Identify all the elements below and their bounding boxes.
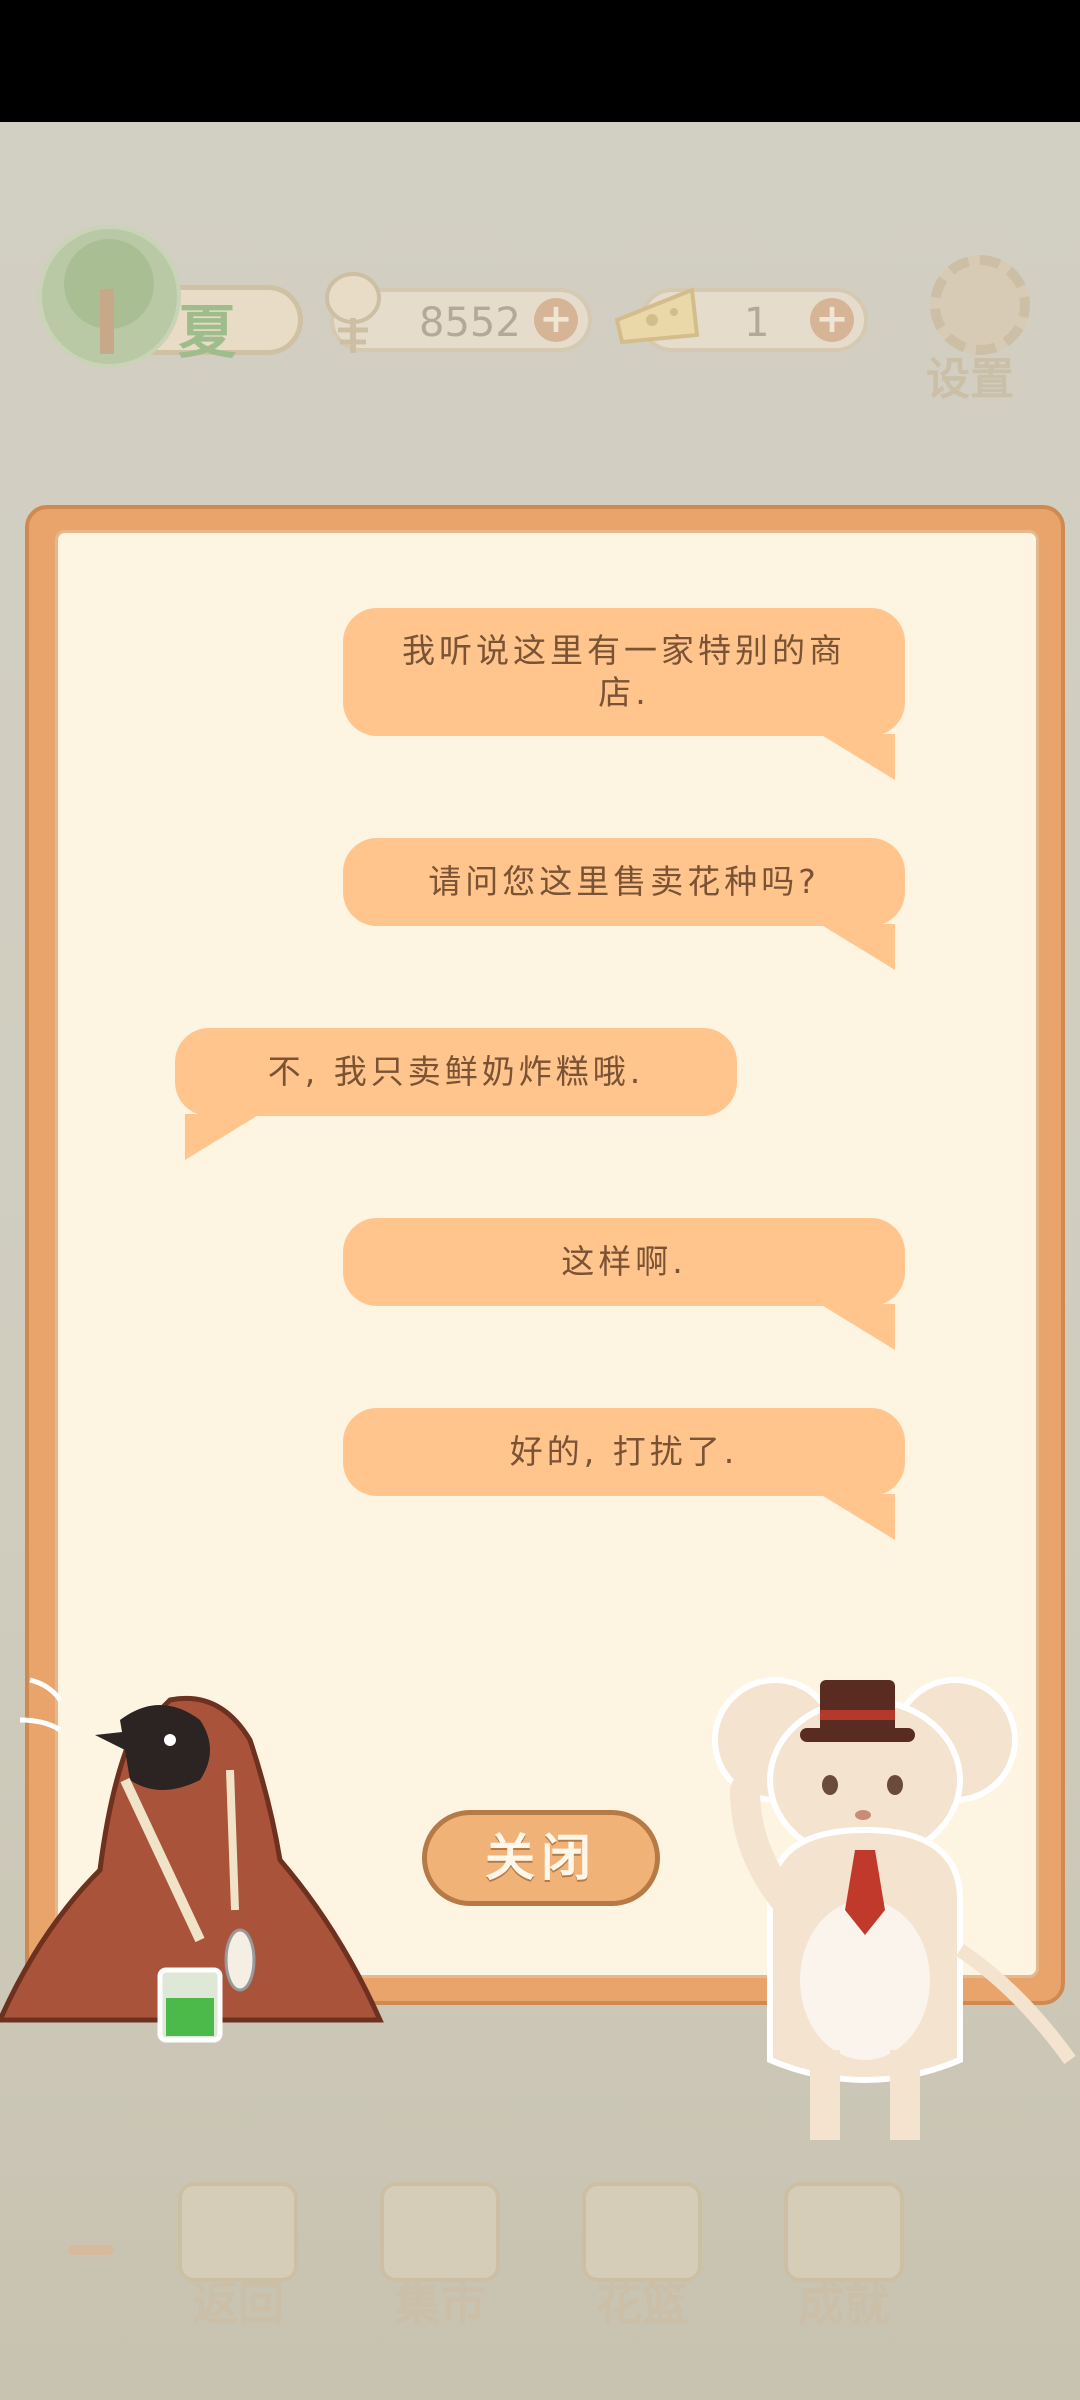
gear-icon: [930, 255, 1030, 355]
nav-label: 集市: [394, 2277, 486, 2331]
bubble-text: 请问您这里售卖花种吗?: [428, 862, 820, 901]
settings-label: 设置: [926, 354, 1014, 405]
nav-label: 花篮: [596, 2277, 688, 2331]
chat-bubble-left: 不, 我只卖鲜奶炸糕哦.: [175, 1028, 737, 1116]
window-icon: [178, 2182, 298, 2282]
season-badge[interactable]: 夏: [38, 225, 303, 368]
nav-label: 返回: [192, 2277, 284, 2331]
bubble-tail: [820, 924, 895, 970]
bottom-nav: 返回 集市 花篮 成就: [0, 2170, 1080, 2331]
cheese-icon: [612, 280, 702, 350]
bubble-tail: [820, 734, 895, 780]
fish-bone-icon: [318, 268, 388, 358]
add-fish-button[interactable]: +: [534, 298, 578, 342]
flower-basket-icon: [582, 2182, 702, 2282]
chat-bubble-right: 我听说这里有一家特别的商 店.: [343, 608, 905, 736]
nav-indicator: [68, 2245, 114, 2255]
bubble-text-line: 我听说这里有一家特别的商: [402, 631, 846, 670]
market-stall-icon: [380, 2182, 500, 2282]
nav-label: 成就: [798, 2277, 890, 2331]
nav-item-achievements[interactable]: 成就: [784, 2182, 904, 2331]
bubble-text: 不, 我只卖鲜奶炸糕哦.: [267, 1052, 645, 1091]
nav-item-basket[interactable]: 花篮: [582, 2182, 702, 2331]
bubble-tail: [820, 1304, 895, 1350]
nav-item-market[interactable]: 集市: [380, 2182, 500, 2331]
chat-bubble-right: 好的, 打扰了.: [343, 1408, 905, 1496]
cheese-count: 1: [744, 300, 770, 346]
bubble-text: 这样啊.: [561, 1242, 687, 1281]
bubble-tail: [820, 1494, 895, 1540]
add-cheese-button[interactable]: +: [810, 298, 854, 342]
nav-item-back[interactable]: 返回: [178, 2182, 298, 2331]
fish-count: 8552: [419, 300, 521, 346]
settings-button[interactable]: 设置: [920, 255, 1040, 405]
close-button[interactable]: 关闭: [422, 1810, 660, 1906]
bubble-text: 好的, 打扰了.: [509, 1432, 739, 1471]
trophy-icon: [784, 2182, 904, 2282]
bubble-text-line: 店.: [598, 673, 650, 712]
bubble-tail: [185, 1114, 260, 1160]
chat-bubble-right: 请问您这里售卖花种吗?: [343, 838, 905, 926]
season-label: 夏: [178, 298, 237, 366]
status-bar: [0, 0, 1080, 122]
mouse-character: [705, 1650, 1080, 2170]
crow-character: [0, 1660, 420, 2060]
tree-icon: [38, 225, 181, 368]
chat-bubble-right: 这样啊.: [343, 1218, 905, 1306]
